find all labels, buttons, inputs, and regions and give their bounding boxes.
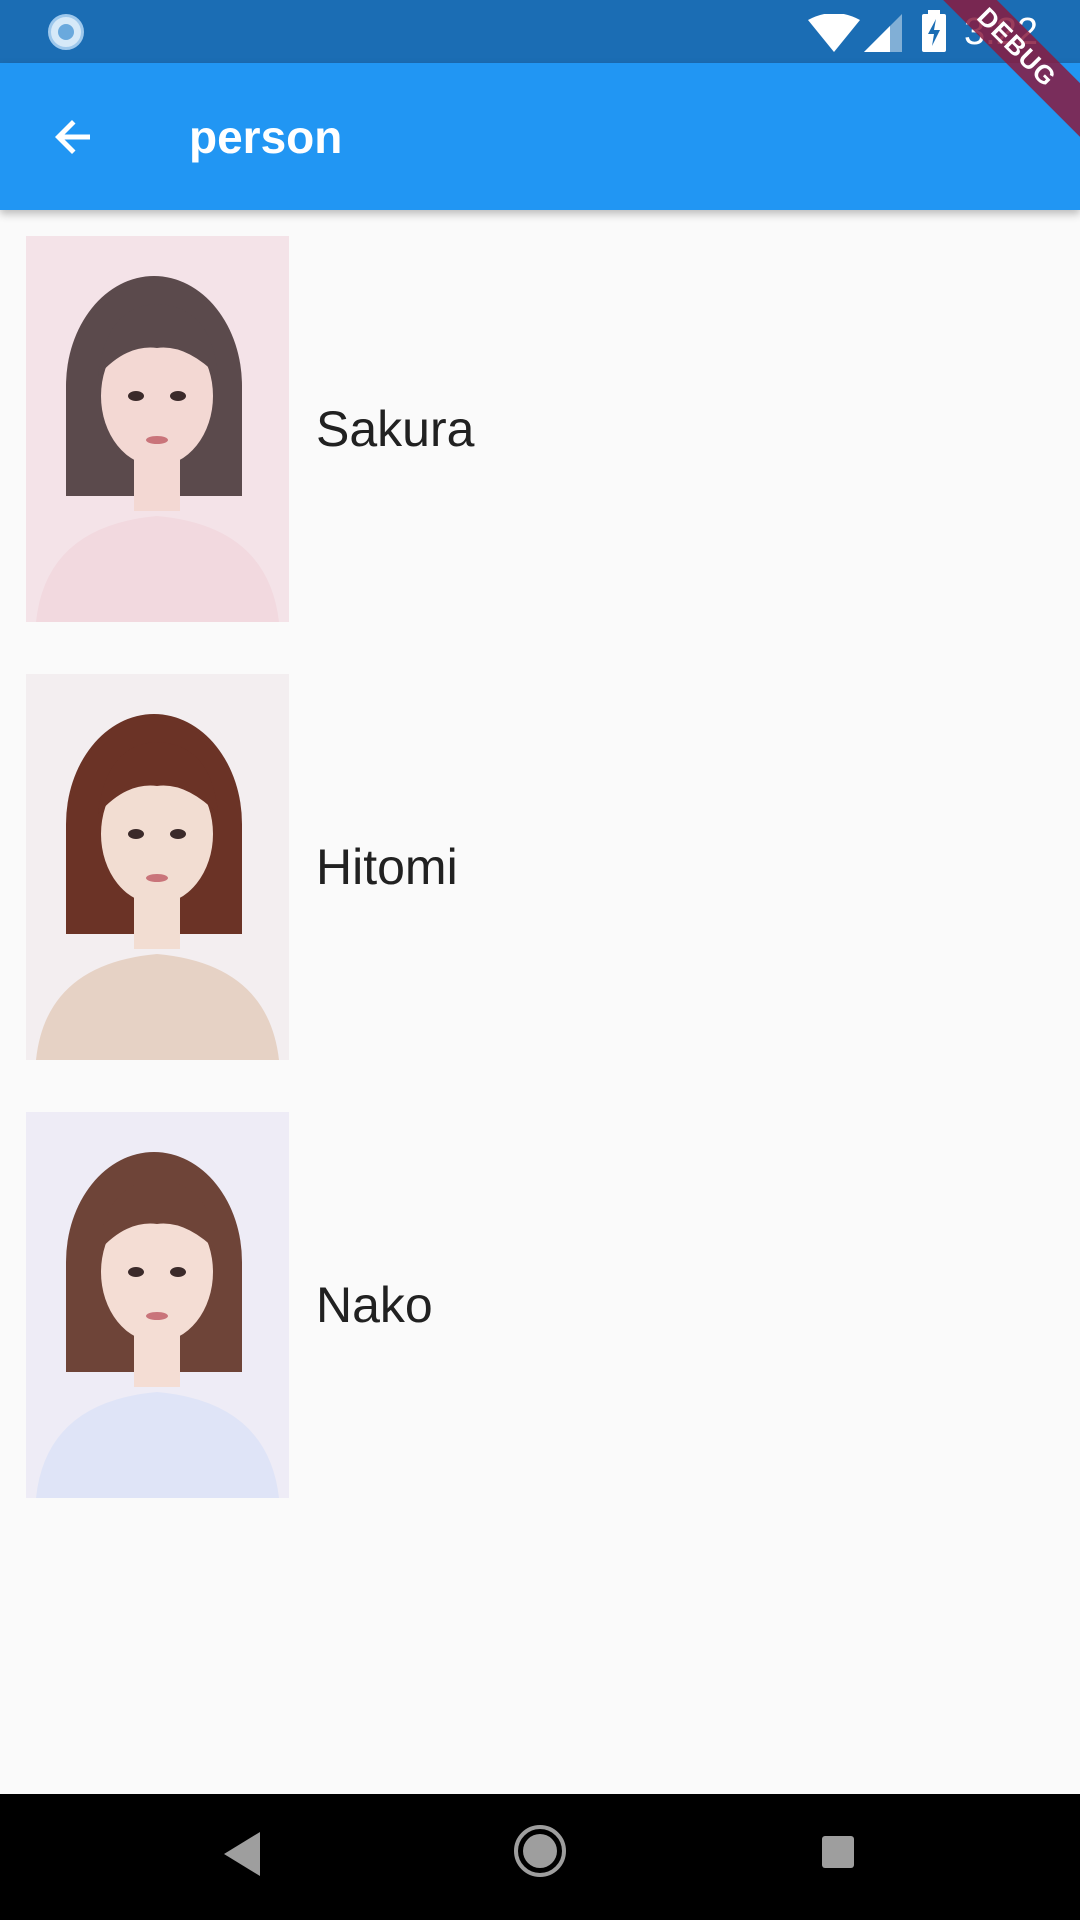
navigation-bar xyxy=(0,1794,1080,1920)
person-name: Sakura xyxy=(316,401,475,457)
list-item[interactable]: Nako xyxy=(0,1112,1080,1498)
status-clock: 3:22 xyxy=(964,11,1038,53)
portrait-photo xyxy=(26,236,289,622)
status-bar: 3:22 xyxy=(0,0,1080,63)
sync-icon xyxy=(48,14,84,50)
wifi-icon xyxy=(808,14,860,52)
nav-back-icon[interactable] xyxy=(222,1830,262,1878)
arrow-back-icon xyxy=(55,120,90,154)
nav-home-icon[interactable] xyxy=(513,1824,567,1878)
list-item[interactable]: Sakura xyxy=(0,236,1080,622)
page-title: person xyxy=(189,111,343,163)
back-button[interactable] xyxy=(30,93,118,181)
portrait-photo xyxy=(26,674,289,1060)
signal-icon xyxy=(864,14,902,52)
person-name: Nako xyxy=(316,1277,433,1333)
battery-charging-icon xyxy=(922,10,946,52)
list-item[interactable]: Hitomi xyxy=(0,674,1080,1060)
app-bar: person xyxy=(0,63,1080,210)
person-name: Hitomi xyxy=(316,839,458,895)
portrait-photo xyxy=(26,1112,289,1498)
nav-recent-icon[interactable] xyxy=(822,1836,854,1868)
